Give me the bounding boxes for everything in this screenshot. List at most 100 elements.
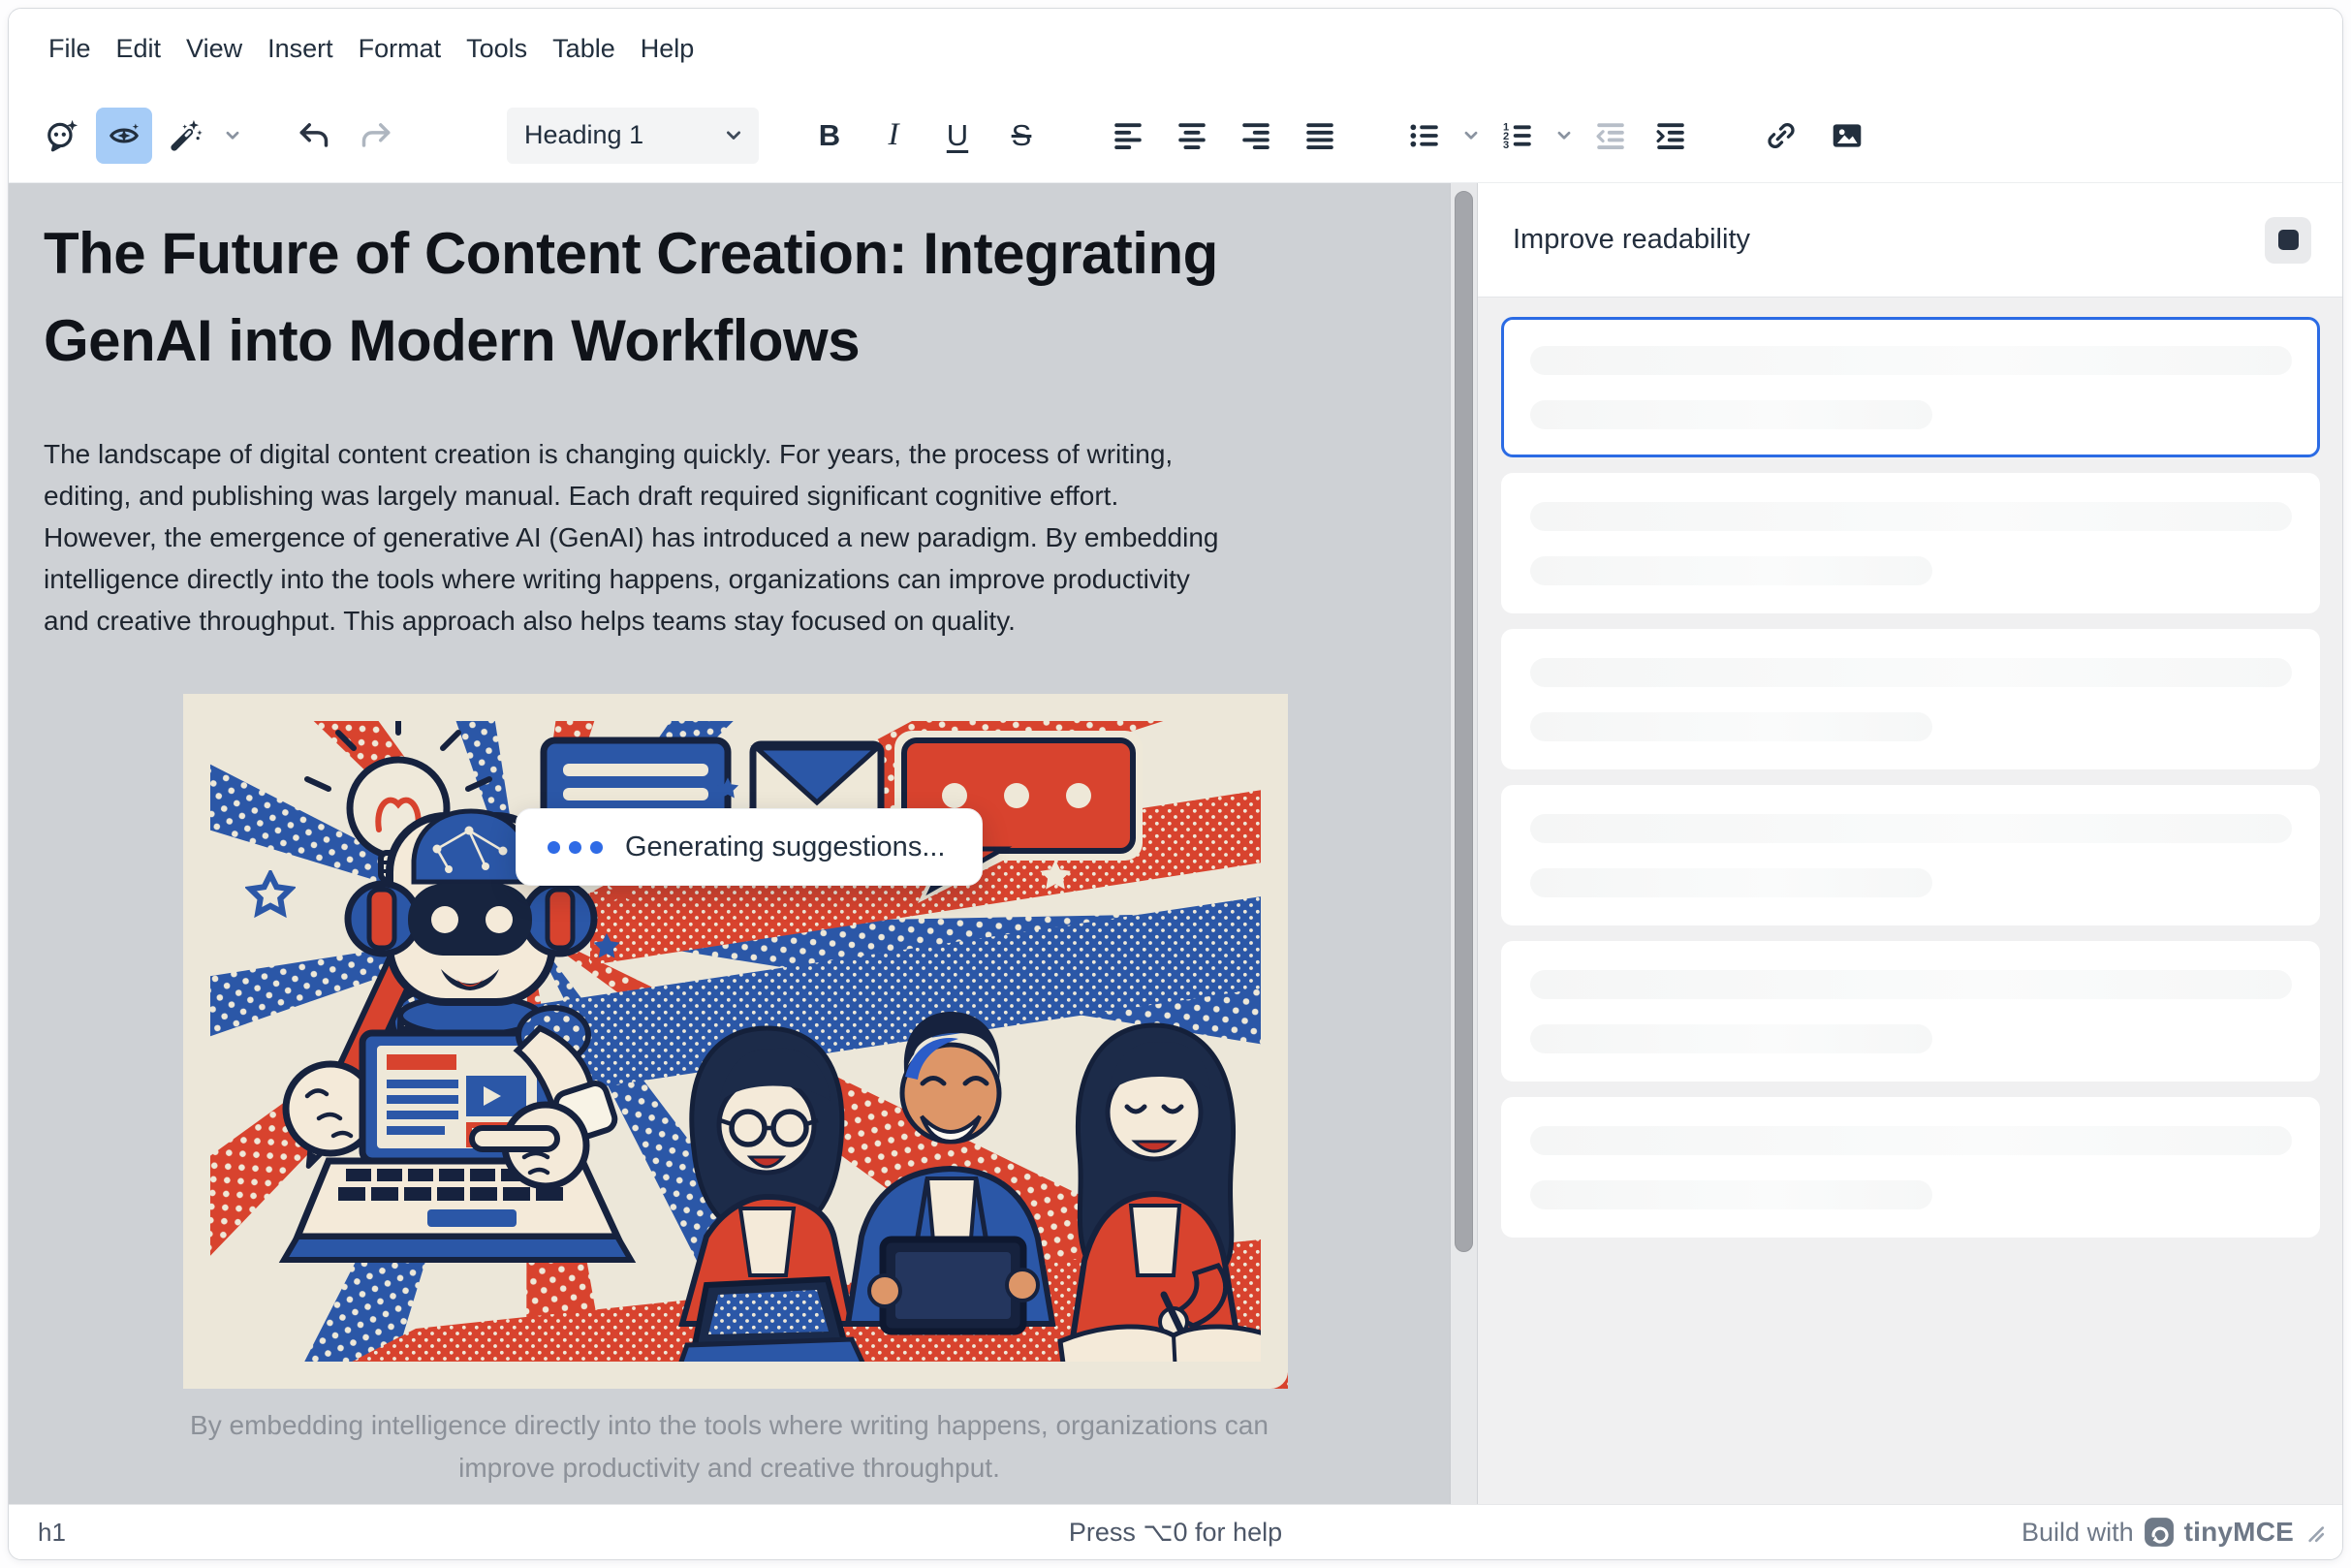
suggestion-card[interactable] bbox=[1501, 1097, 2320, 1238]
strikethrough-button[interactable]: S bbox=[993, 108, 1050, 164]
svg-text:3: 3 bbox=[1503, 139, 1509, 150]
stop-generation-button[interactable] bbox=[2265, 217, 2311, 264]
ai-shortcuts-dropdown[interactable] bbox=[218, 108, 247, 164]
toolbar: Heading 1 B I U S bbox=[9, 88, 2342, 183]
magic-wand-icon bbox=[169, 118, 204, 153]
bullet-list-dropdown[interactable] bbox=[1457, 108, 1486, 164]
ai-assistant-button[interactable] bbox=[34, 108, 90, 164]
ai-shortcuts-button[interactable] bbox=[158, 108, 214, 164]
ai-review-icon bbox=[107, 118, 141, 153]
link-icon bbox=[1764, 118, 1799, 153]
suggestion-card[interactable] bbox=[1501, 317, 2320, 457]
align-justify-icon bbox=[1302, 118, 1337, 153]
redo-button[interactable] bbox=[348, 108, 404, 164]
ai-assistant-icon bbox=[45, 118, 79, 153]
menu-table[interactable]: Table bbox=[540, 25, 628, 73]
align-left-button[interactable] bbox=[1100, 108, 1156, 164]
skeleton-line bbox=[1530, 1024, 1932, 1053]
chevron-down-icon bbox=[724, 126, 743, 145]
numbered-list-icon: 1 2 3 bbox=[1500, 118, 1535, 153]
menu-insert[interactable]: Insert bbox=[255, 25, 346, 73]
chevron-down-icon bbox=[224, 127, 241, 144]
menu-bar: File Edit View Insert Format Tools Table… bbox=[9, 9, 2342, 88]
bold-icon: B bbox=[819, 118, 840, 153]
ai-review-button[interactable] bbox=[96, 108, 152, 164]
underline-icon: U bbox=[947, 118, 968, 153]
bullet-list-button[interactable] bbox=[1396, 108, 1453, 164]
skeleton-line bbox=[1530, 400, 1932, 429]
branding-prefix: Build with bbox=[2022, 1518, 2134, 1548]
indent-icon bbox=[1653, 118, 1688, 153]
loading-dot bbox=[569, 841, 581, 854]
genai-illustration bbox=[183, 694, 1288, 1389]
align-right-icon bbox=[1238, 118, 1273, 153]
image-caption[interactable]: By embedding intelligence directly into … bbox=[9, 1404, 1450, 1490]
italic-icon: I bbox=[889, 117, 899, 153]
resize-handle[interactable] bbox=[2304, 1521, 2325, 1543]
menu-file[interactable]: File bbox=[36, 25, 104, 73]
image-icon bbox=[1830, 118, 1865, 153]
suggestion-card[interactable] bbox=[1501, 941, 2320, 1082]
skeleton-line bbox=[1530, 970, 2292, 999]
document-title[interactable]: The Future of Content Creation: Integrat… bbox=[44, 210, 1450, 385]
loading-dot bbox=[548, 841, 560, 854]
bold-button[interactable]: B bbox=[801, 108, 858, 164]
editor-canvas[interactable]: The Future of Content Creation: Integrat… bbox=[9, 183, 1450, 1504]
bullet-list-icon bbox=[1407, 118, 1442, 153]
align-center-icon bbox=[1175, 118, 1209, 153]
branding[interactable]: Build with tinyMCE bbox=[2022, 1517, 2294, 1548]
numbered-list-button[interactable]: 1 2 3 bbox=[1489, 108, 1546, 164]
align-center-button[interactable] bbox=[1164, 108, 1220, 164]
suggestion-card[interactable] bbox=[1501, 473, 2320, 613]
skeleton-line bbox=[1530, 868, 1932, 897]
ai-sidebar: Improve readability bbox=[1477, 183, 2342, 1504]
sidebar-title: Improve readability bbox=[1513, 224, 1750, 256]
outdent-icon bbox=[1593, 118, 1628, 153]
indent-button[interactable] bbox=[1643, 108, 1699, 164]
document-paragraph[interactable]: The landscape of digital content creatio… bbox=[44, 433, 1450, 642]
document-image[interactable] bbox=[183, 694, 1288, 1389]
link-button[interactable] bbox=[1753, 108, 1809, 164]
underline-button[interactable]: U bbox=[929, 108, 986, 164]
align-right-button[interactable] bbox=[1228, 108, 1284, 164]
align-left-icon bbox=[1111, 118, 1145, 153]
resize-grip-icon bbox=[2304, 1521, 2325, 1543]
menu-view[interactable]: View bbox=[173, 25, 255, 73]
menu-format[interactable]: Format bbox=[346, 25, 455, 73]
skeleton-line bbox=[1530, 814, 2292, 843]
format-select[interactable]: Heading 1 bbox=[507, 108, 759, 164]
strikethrough-icon: S bbox=[1012, 118, 1032, 153]
branding-name: tinyMCE bbox=[2184, 1517, 2294, 1548]
menu-edit[interactable]: Edit bbox=[104, 25, 174, 73]
format-select-value: Heading 1 bbox=[524, 120, 643, 150]
tinymce-logo-icon bbox=[2144, 1517, 2175, 1548]
skeleton-line bbox=[1530, 1126, 2292, 1155]
menu-tools[interactable]: Tools bbox=[454, 25, 540, 73]
chevron-down-icon bbox=[1462, 127, 1480, 144]
editor-scrollbar-track[interactable] bbox=[1450, 183, 1477, 1504]
loading-dot bbox=[590, 841, 603, 854]
undo-icon bbox=[297, 118, 331, 153]
sidebar-header: Improve readability bbox=[1478, 183, 2342, 298]
numbered-list-dropdown[interactable] bbox=[1550, 108, 1579, 164]
italic-button[interactable]: I bbox=[865, 108, 922, 164]
skeleton-line bbox=[1530, 1180, 1932, 1209]
status-bar: h1 Press ⌥0 for help Build with tinyMCE bbox=[9, 1504, 2342, 1559]
editor-window: File Edit View Insert Format Tools Table… bbox=[8, 8, 2343, 1560]
undo-button[interactable] bbox=[286, 108, 342, 164]
main-area: The Future of Content Creation: Integrat… bbox=[9, 183, 2342, 1504]
align-justify-button[interactable] bbox=[1292, 108, 1348, 164]
skeleton-line bbox=[1530, 712, 1932, 741]
suggestion-card[interactable] bbox=[1501, 785, 2320, 925]
outdent-button[interactable] bbox=[1583, 108, 1639, 164]
redo-icon bbox=[359, 118, 393, 153]
suggestion-list bbox=[1478, 298, 2342, 1504]
element-path[interactable]: h1 bbox=[38, 1518, 66, 1548]
generating-indicator: Generating suggestions... bbox=[516, 808, 983, 886]
editor-scrollbar-thumb[interactable] bbox=[1455, 191, 1473, 1252]
insert-image-button[interactable] bbox=[1819, 108, 1875, 164]
suggestion-card[interactable] bbox=[1501, 629, 2320, 769]
help-shortcut-text: Press ⌥0 for help bbox=[1069, 1518, 1282, 1548]
menu-help[interactable]: Help bbox=[628, 25, 707, 73]
stop-icon bbox=[2278, 230, 2299, 250]
